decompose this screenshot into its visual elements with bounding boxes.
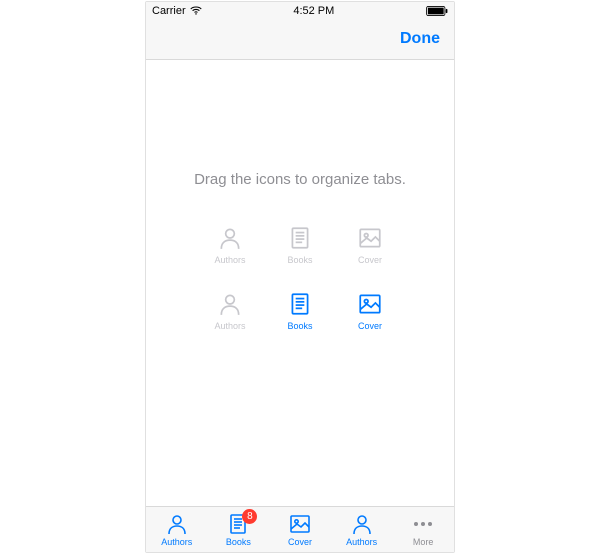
book-icon (287, 225, 313, 251)
battery-icon (426, 6, 448, 16)
status-right (426, 6, 448, 16)
carrier-label: Carrier (152, 5, 186, 17)
more-icon (414, 512, 432, 536)
tab-bar-label: More (413, 537, 434, 547)
book-icon (287, 291, 313, 317)
person-icon (217, 291, 243, 317)
tab-bar-cover[interactable]: Cover (269, 512, 331, 547)
grid-tab-authors[interactable]: Authors (206, 225, 254, 265)
status-bar: Carrier 4:52 PM (146, 2, 454, 20)
grid-tab-cover[interactable]: Cover (346, 291, 394, 331)
tab-bar-more[interactable]: More (392, 512, 454, 547)
tab-bar-authors[interactable]: Authors (146, 512, 208, 547)
grid-tab-books[interactable]: Books (276, 225, 324, 265)
content-area: Drag the icons to organize tabs. Authors (146, 60, 454, 506)
person-icon (217, 225, 243, 251)
status-left: Carrier (152, 5, 202, 17)
grid-tab-label: Cover (358, 255, 382, 265)
grid-tab-label: Books (287, 321, 312, 331)
image-icon (357, 225, 383, 251)
image-icon (357, 291, 383, 317)
person-icon (350, 512, 374, 536)
nav-bar: Done (146, 20, 454, 60)
grid-tab-label: Books (287, 255, 312, 265)
grid-row-2: Authors Books Cover (206, 291, 394, 331)
grid-tab-cover[interactable]: Cover (346, 225, 394, 265)
tab-bar-authors[interactable]: Authors (331, 512, 393, 547)
grid-tab-label: Cover (358, 321, 382, 331)
tab-bar-label: Authors (161, 537, 192, 547)
tab-bar: Authors 8 Books Cover (146, 506, 454, 552)
grid-tab-label: Authors (214, 321, 245, 331)
status-time: 4:52 PM (293, 5, 334, 17)
grid-row-1: Authors Books Cover (206, 225, 394, 265)
image-icon (288, 512, 312, 536)
grid-tab-label: Authors (214, 255, 245, 265)
grid-tab-books[interactable]: Books (276, 291, 324, 331)
instruction-text: Drag the icons to organize tabs. (194, 170, 406, 190)
tab-bar-label: Books (226, 537, 251, 547)
phone-frame: Carrier 4:52 PM Done (145, 1, 455, 553)
person-icon (165, 512, 189, 536)
tab-bar-books[interactable]: 8 Books (208, 512, 270, 547)
grid-tab-authors[interactable]: Authors (206, 291, 254, 331)
done-button[interactable]: Done (398, 26, 442, 52)
badge: 8 (242, 509, 257, 524)
tab-bar-label: Cover (288, 537, 312, 547)
tab-bar-label: Authors (346, 537, 377, 547)
wifi-icon (190, 6, 202, 15)
stage: Carrier 4:52 PM Done (0, 0, 600, 553)
